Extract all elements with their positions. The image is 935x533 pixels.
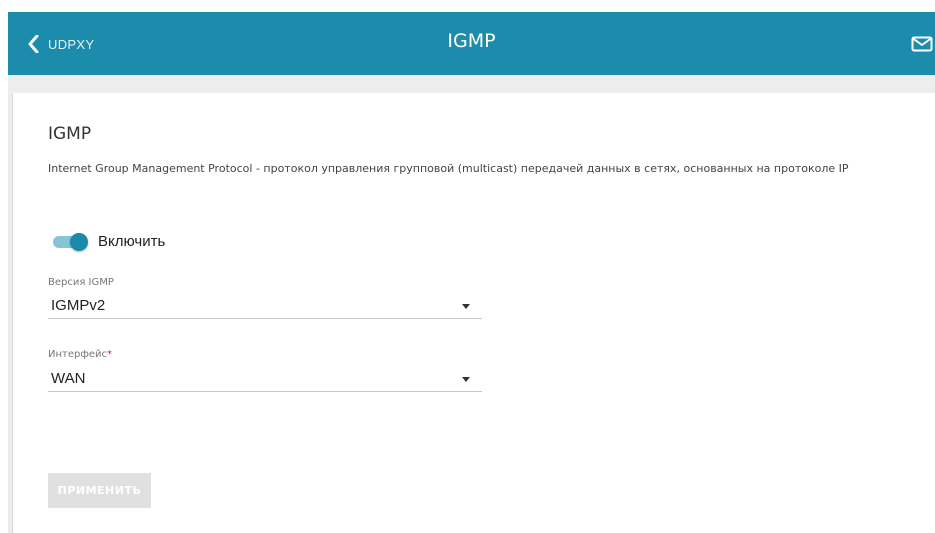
page-title: IGMP xyxy=(447,30,496,52)
section-title: IGMP xyxy=(48,124,92,144)
left-gutter xyxy=(0,75,8,533)
chevron-down-icon xyxy=(462,377,470,382)
interface-label-text: Интерфейс xyxy=(48,349,108,360)
apply-button[interactable]: ПРИМЕНИТЬ xyxy=(48,473,151,508)
igmp-version-label: Версия IGMP xyxy=(48,277,114,288)
chevron-down-icon xyxy=(462,304,470,309)
section-description: Internet Group Management Protocol - про… xyxy=(48,162,849,175)
toggle-knob xyxy=(70,233,88,251)
interface-label: Интерфейс* xyxy=(48,349,112,360)
top-strip xyxy=(0,0,935,12)
enable-toggle[interactable] xyxy=(51,233,91,251)
igmp-version-select[interactable]: IGMPv2 xyxy=(48,292,482,319)
enable-toggle-label: Включить xyxy=(98,233,166,250)
igmp-version-value: IGMPv2 xyxy=(51,297,106,314)
mail-icon[interactable] xyxy=(911,36,933,57)
interface-select[interactable]: WAN xyxy=(48,365,482,392)
interface-value: WAN xyxy=(51,370,86,387)
app-header: UDPXY IGMP xyxy=(8,12,935,75)
required-mark: * xyxy=(107,349,113,360)
settings-card: IGMP Internet Group Management Protocol … xyxy=(12,93,935,533)
